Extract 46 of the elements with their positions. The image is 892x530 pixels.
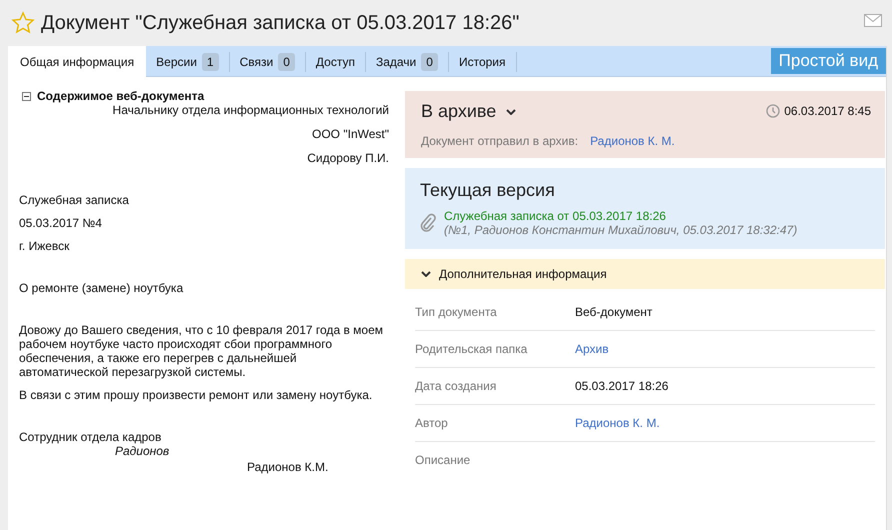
status-dropdown[interactable]: В архиве bbox=[421, 101, 516, 122]
document-text: Служебная записка bbox=[19, 193, 130, 207]
tab[interactable]: История bbox=[448, 52, 516, 72]
tab[interactable]: Связи 0 bbox=[230, 52, 306, 72]
field-label: Дата создания bbox=[415, 379, 498, 393]
document-text: Довожу до Вашего сведения, что с 10 февраля 2017 года в моем рабочем ноутбуке часто происходят сбои программного обеспечения, а также его перегрев с дальнейшей автоматической перезагрузкой системы. bbox=[19, 323, 384, 379]
tab[interactable]: Задачи 0 bbox=[366, 52, 449, 72]
section-header[interactable]: Дополнительная информация bbox=[405, 259, 885, 289]
field-label: Автор bbox=[415, 416, 449, 430]
field-link[interactable]: Архив bbox=[575, 342, 609, 356]
field-value: Веб-документ bbox=[575, 305, 652, 319]
sent-by-label: Документ отправил в архив: bbox=[421, 134, 578, 148]
collapse-icon[interactable] bbox=[22, 92, 31, 100]
section-heading: Содержимое веб-документа bbox=[37, 89, 204, 103]
count-badge: 1 bbox=[202, 53, 219, 71]
archive-time: 06.03.2017 8:45 bbox=[784, 104, 871, 118]
section-title: Текущая версия bbox=[420, 180, 556, 201]
document-text: Сотрудник отдела кадров bbox=[19, 430, 162, 444]
document-text: Начальнику отдела информационных технологий bbox=[112, 103, 389, 117]
chevron-down-icon bbox=[506, 108, 516, 114]
version-file-link[interactable]: Служебная записка от 05.03.2017 18:26 bbox=[444, 209, 798, 223]
mail-icon[interactable] bbox=[864, 14, 882, 26]
field-label: Родительская папка bbox=[415, 342, 528, 356]
document-text: Сидорову П.И. bbox=[306, 151, 389, 165]
paperclip-icon bbox=[420, 213, 436, 233]
tab[interactable]: Общая информация bbox=[8, 46, 146, 77]
document-title: Документ "Служебная записка от 05.03.2017 18:26" bbox=[41, 12, 520, 34]
version-details: (№1, Радионов Константин Михайлович, 05.03.2017 18:32:47) bbox=[444, 223, 798, 237]
user-link[interactable]: Радионов К. М. bbox=[590, 134, 675, 148]
field-label: Тип документа bbox=[415, 305, 498, 319]
field-label: Описание bbox=[415, 453, 472, 467]
star-icon[interactable] bbox=[11, 11, 35, 35]
field-link[interactable]: Радионов К. М. bbox=[575, 416, 660, 430]
field-value: 05.03.2017 18:26 bbox=[575, 379, 668, 393]
document-text: г. Ижевск bbox=[19, 239, 70, 253]
document-text: Радионов К.М. bbox=[247, 460, 330, 474]
document-text: ООО "InWest" bbox=[311, 127, 389, 141]
count-badge: 0 bbox=[421, 53, 438, 71]
document-text: В связи с этим прошу произвести ремонт или замену ноутбука. bbox=[19, 388, 374, 402]
tab[interactable]: Версии 1 bbox=[146, 52, 230, 72]
document-text: Радионов bbox=[115, 444, 170, 458]
document-text: 05.03.2017 №4 bbox=[19, 216, 103, 230]
document-text: О ремонте (замене) ноутбука bbox=[19, 281, 184, 295]
tab[interactable]: Доступ bbox=[306, 52, 366, 72]
clock-icon bbox=[766, 104, 780, 118]
count-badge: 0 bbox=[278, 53, 295, 71]
